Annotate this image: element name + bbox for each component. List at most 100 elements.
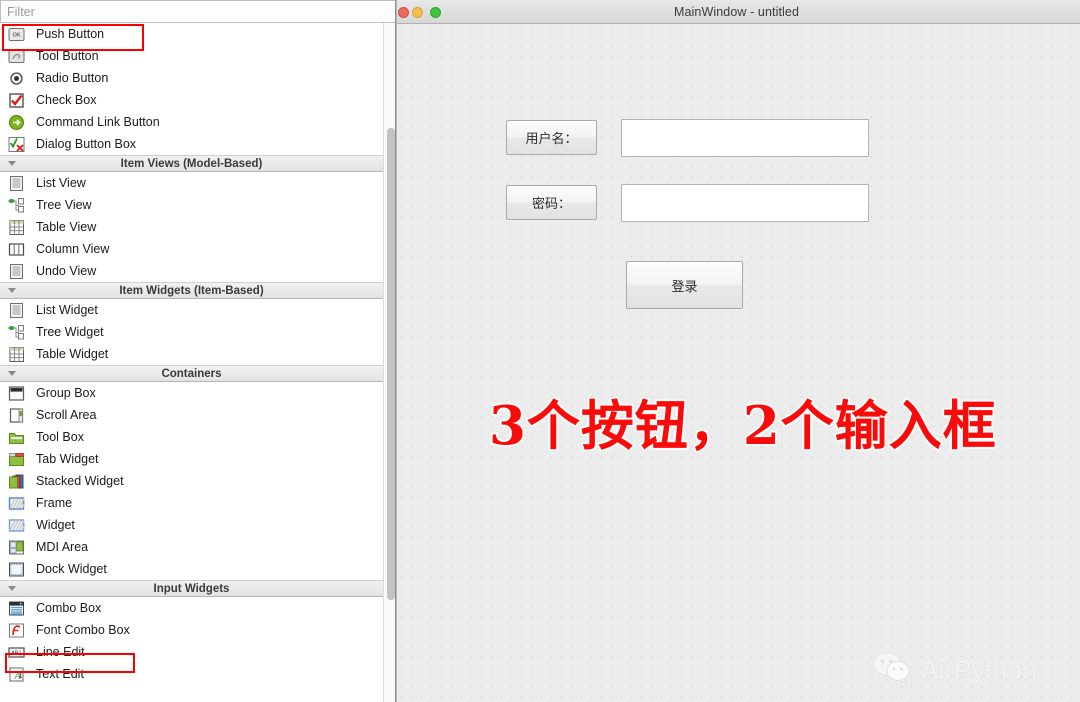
design-canvas[interactable]: 用户名： 密码： 登录 3个按钮，2个输入框 — [397, 24, 1080, 702]
chevron-down-icon — [8, 288, 16, 293]
password-input[interactable] — [621, 184, 869, 222]
widget-list-item[interactable]: Tool Box — [0, 426, 383, 448]
widget-list-item[interactable]: List View — [0, 172, 383, 194]
text-edit-icon: AI — [8, 666, 25, 683]
window-title: MainWindow - untitled — [674, 5, 799, 19]
svg-text:I: I — [19, 671, 23, 681]
tool-box-icon — [8, 429, 25, 446]
widget-list-item[interactable]: OK Push Button — [0, 23, 383, 45]
dialog-button-box-icon — [8, 136, 25, 153]
widget-list-item[interactable]: Combo Box — [0, 597, 383, 619]
widget-list-item-label: Tree View — [36, 198, 92, 212]
tree-widget-icon — [8, 324, 25, 341]
watermark-label: AirPython — [921, 655, 1037, 686]
filter-input[interactable] — [1, 5, 395, 19]
username-input[interactable] — [621, 119, 869, 157]
zoom-button[interactable] — [430, 7, 441, 18]
chevron-down-icon — [8, 161, 16, 166]
widget-list-item[interactable]: Dock Widget — [0, 558, 383, 580]
widget-list-item-label: Tree Widget — [36, 325, 104, 339]
chevron-down-icon — [8, 371, 16, 376]
widget-list-item-label: Text Edit — [36, 667, 84, 681]
scroll-area-icon — [8, 407, 25, 424]
widget-box-panel: OK Push Button Tool Button Radio Button Chec… — [0, 0, 396, 702]
section-header[interactable]: Input Widgets — [0, 580, 383, 597]
section-header-label: Item Views (Model-Based) — [121, 158, 263, 170]
section-header[interactable]: Containers — [0, 365, 383, 382]
minimize-button[interactable] — [412, 7, 423, 18]
widget-list-item-label: Table View — [36, 220, 96, 234]
widget-list[interactable]: OK Push Button Tool Button Radio Button Chec… — [0, 23, 396, 702]
widget-list-item-label: Undo View — [36, 264, 96, 278]
annotation-text: 3个按钮，2个输入框 — [489, 384, 997, 460]
combo-box-icon — [8, 600, 25, 617]
main-window-titlebar[interactable]: MainWindow - untitled — [397, 0, 1080, 24]
widget-list-item[interactable]: Tab Widget — [0, 448, 383, 470]
push-button-icon: OK — [8, 26, 25, 43]
widget-list-item[interactable]: Command Link Button — [0, 111, 383, 133]
chevron-down-icon — [8, 586, 16, 591]
frame-icon — [8, 495, 25, 512]
filter-bar[interactable] — [0, 0, 396, 23]
widget-list-item-label: Tool Button — [36, 49, 99, 63]
tab-widget-icon — [8, 451, 25, 468]
command-link-button-icon — [8, 114, 25, 131]
widget-list-item-label: Radio Button — [36, 71, 108, 85]
widget-list-item-label: Check Box — [36, 93, 96, 107]
login-button[interactable]: 登录 — [626, 261, 743, 309]
widget-list-item[interactable]: MDI Area — [0, 536, 383, 558]
widget-list-item[interactable]: Tree Widget — [0, 321, 383, 343]
svg-text:AB|: AB| — [11, 649, 22, 656]
username-label-button[interactable]: 用户名： — [506, 120, 597, 155]
widget-list-item-label: Push Button — [36, 27, 104, 41]
widget-list-item[interactable]: List Widget — [0, 299, 383, 321]
section-header-label: Containers — [161, 368, 221, 380]
table-view-icon — [8, 219, 25, 236]
line-edit-icon: AB| — [8, 644, 25, 661]
widget-list-scrollbar[interactable] — [383, 23, 396, 702]
section-header[interactable]: Item Views (Model-Based) — [0, 155, 383, 172]
section-header[interactable]: Item Widgets (Item-Based) — [0, 282, 383, 299]
widget-list-item[interactable]: Table View — [0, 216, 383, 238]
widget-list-item[interactable]: Table Widget — [0, 343, 383, 365]
svg-text:OK: OK — [13, 32, 21, 38]
widget-list-item[interactable]: Scroll Area — [0, 404, 383, 426]
widget-list-item[interactable]: Stacked Widget — [0, 470, 383, 492]
widget-list-item[interactable]: Font Combo Box — [0, 619, 383, 641]
widget-list-item[interactable]: AB|Line Edit — [0, 641, 383, 663]
widget-list-item[interactable]: Tree View — [0, 194, 383, 216]
widget-list-item[interactable]: Tool Button — [0, 45, 383, 67]
widget-list-item[interactable]: AI Text Edit — [0, 663, 383, 685]
widget-list-item[interactable]: Check Box — [0, 89, 383, 111]
tree-view-icon — [8, 197, 25, 214]
table-widget-icon — [8, 346, 25, 363]
main-window: MainWindow - untitled 用户名： 密码： 登录 3个按钮，2… — [396, 0, 1080, 702]
widget-list-item-label: Group Box — [36, 386, 96, 400]
widget-list-item[interactable]: Column View — [0, 238, 383, 260]
password-label-button[interactable]: 密码： — [506, 185, 597, 220]
widget-list-item-label: Widget — [36, 518, 75, 532]
widget-list-item-label: Dialog Button Box — [36, 137, 136, 151]
widget-list-item[interactable]: Radio Button — [0, 67, 383, 89]
widget-list-item-label: Scroll Area — [36, 408, 96, 422]
tool-button-icon — [8, 48, 25, 65]
widget-list-item-label: List View — [36, 176, 86, 190]
widget-list-item[interactable]: Widget — [0, 514, 383, 536]
widget-list-item[interactable]: Group Box — [0, 382, 383, 404]
widget-list-item-label: Tool Box — [36, 430, 84, 444]
screenshot-root: MainWindow - untitled 用户名： 密码： 登录 3个按钮，2… — [0, 0, 1080, 702]
widget-list-item[interactable]: Dialog Button Box — [0, 133, 383, 155]
scrollbar-thumb[interactable] — [387, 128, 395, 600]
widget-list-item[interactable]: Undo View — [0, 260, 383, 282]
widget-list-item[interactable]: Frame — [0, 492, 383, 514]
widget-icon — [8, 517, 25, 534]
close-button[interactable] — [398, 7, 409, 18]
widget-list-item-label: Frame — [36, 496, 72, 510]
dock-widget-icon — [8, 561, 25, 578]
widget-list-item-label: Column View — [36, 242, 109, 256]
widget-list-item-label: MDI Area — [36, 540, 88, 554]
section-header-label: Item Widgets (Item-Based) — [119, 285, 263, 297]
widget-list-item-label: Command Link Button — [36, 115, 160, 129]
widget-list-item-label: Stacked Widget — [36, 474, 124, 488]
widget-list-item-label: Font Combo Box — [36, 623, 130, 637]
